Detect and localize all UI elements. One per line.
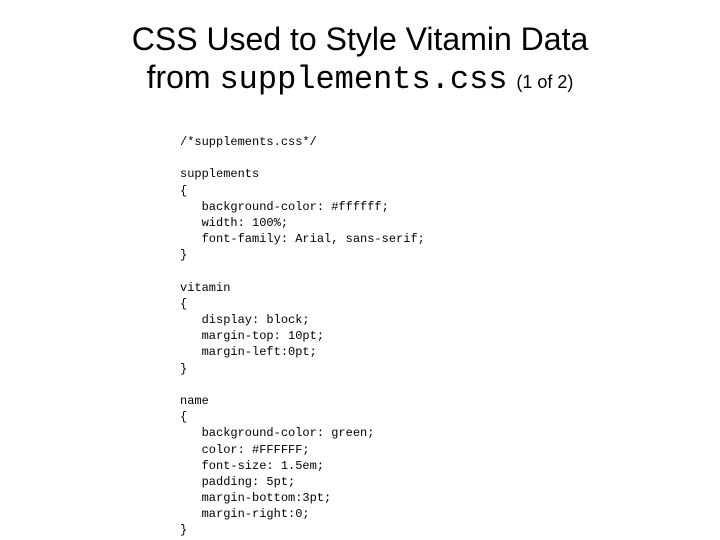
rule-marginbottom: margin-bottom:3pt; xyxy=(180,491,331,505)
rule-bgcolor: background-color: #ffffff; xyxy=(180,200,389,214)
rule-bgcolor-green: background-color: green; xyxy=(180,426,374,440)
selector-supplements: supplements xyxy=(180,167,259,181)
css-code-block: /*supplements.css*/ supplements { backgr… xyxy=(180,118,690,539)
brace-close: } xyxy=(180,248,187,262)
selector-vitamin: vitamin xyxy=(180,281,230,295)
rule-padding: padding: 5pt; xyxy=(180,475,295,489)
brace-open: { xyxy=(180,410,187,424)
heading-filename: supplements.css xyxy=(219,61,507,98)
heading-line1: CSS Used to Style Vitamin Data xyxy=(132,21,589,57)
brace-close: } xyxy=(180,362,187,376)
code-comment: /*supplements.css*/ xyxy=(180,135,317,149)
heading-line2-prefix: from xyxy=(147,59,220,95)
rule-width: width: 100%; xyxy=(180,216,288,230)
rule-marginright: margin-right:0; xyxy=(180,507,310,521)
brace-open: { xyxy=(180,184,187,198)
rule-marginleft: margin-left:0pt; xyxy=(180,345,317,359)
rule-margintop: margin-top: 10pt; xyxy=(180,329,324,343)
page-indicator: (1 of 2) xyxy=(516,72,573,92)
rule-color: color: #FFFFFF; xyxy=(180,443,310,457)
rule-display: display: block; xyxy=(180,313,310,327)
selector-name: name xyxy=(180,394,209,408)
brace-close: } xyxy=(180,523,187,537)
brace-open: { xyxy=(180,297,187,311)
rule-fontsize: font-size: 1.5em; xyxy=(180,459,324,473)
slide-heading: CSS Used to Style Vitamin Data from supp… xyxy=(30,20,690,100)
rule-fontfamily: font-family: Arial, sans-serif; xyxy=(180,232,425,246)
